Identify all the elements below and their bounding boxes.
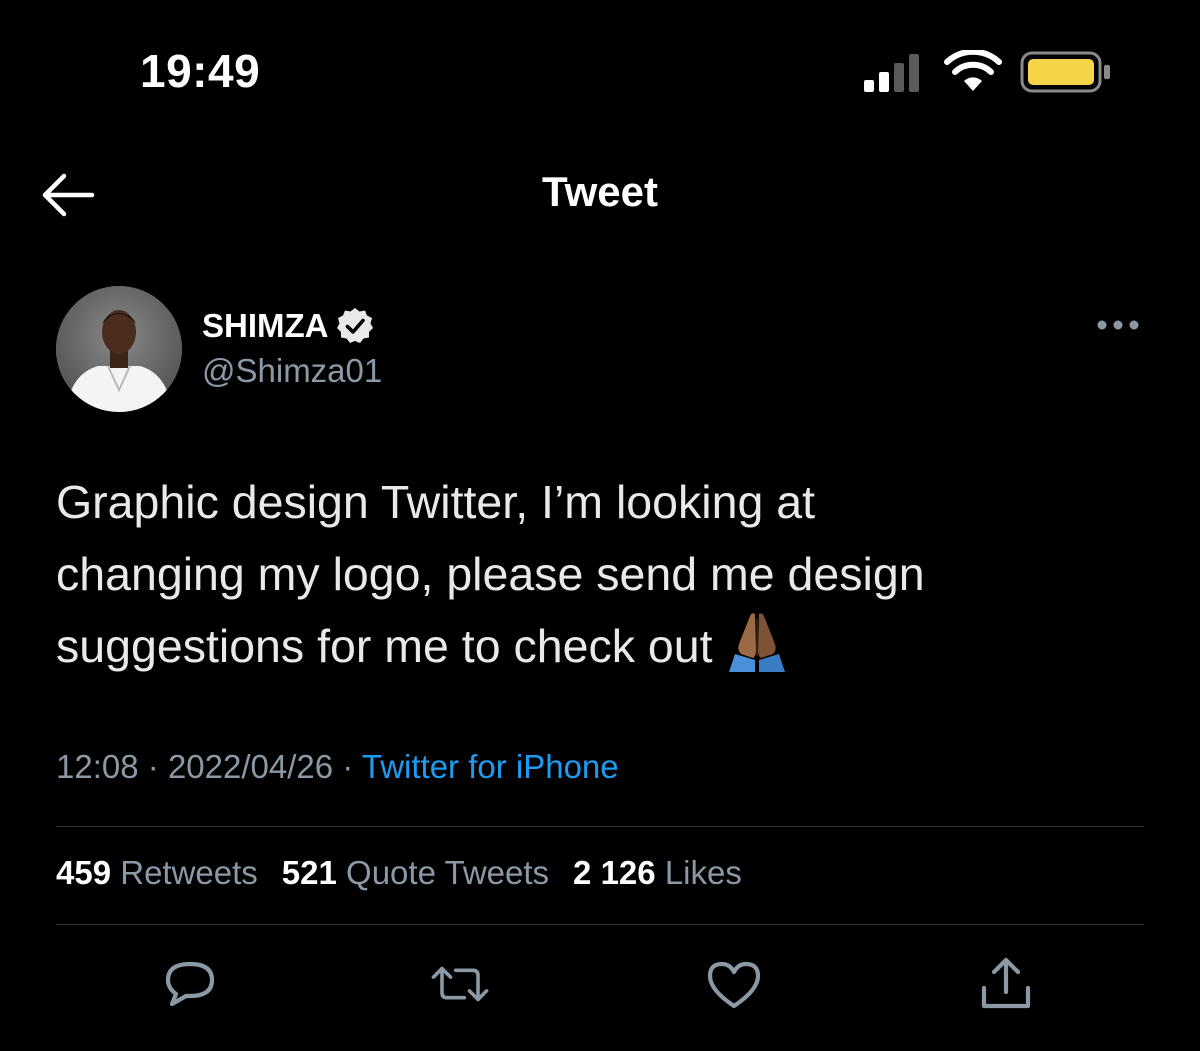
- tweet-meta: 12:08 · 2022/04/26 · Twitter for iPhone: [56, 748, 619, 786]
- divider: [56, 924, 1144, 925]
- avatar-image: [56, 286, 182, 412]
- retweets-label: Retweets: [120, 854, 258, 891]
- tweet-source-link[interactable]: Twitter for iPhone: [362, 748, 619, 785]
- status-bar: 19:49: [0, 0, 1200, 140]
- reply-icon[interactable]: [160, 954, 220, 1014]
- cellular-signal-icon: [864, 54, 919, 92]
- retweet-icon[interactable]: [430, 954, 490, 1014]
- retweets-stat[interactable]: 459 Retweets: [56, 854, 258, 892]
- display-name-row: SHIMZA: [202, 306, 375, 346]
- likes-label: Likes: [664, 854, 742, 891]
- tweet-stats: 459 Retweets 521 Quote Tweets 2 126 Like…: [56, 854, 766, 892]
- meta-separator: ·: [147, 748, 159, 785]
- like-icon[interactable]: [704, 954, 764, 1014]
- meta-separator: ·: [342, 748, 354, 785]
- quote-tweets-stat[interactable]: 521 Quote Tweets: [282, 854, 549, 892]
- user-handle[interactable]: @Shimza01: [202, 352, 382, 390]
- nav-bar: Tweet: [0, 140, 1200, 250]
- likes-count: 2 126: [573, 854, 656, 891]
- wifi-icon: [944, 50, 1002, 91]
- likes-stat[interactable]: 2 126 Likes: [573, 854, 742, 892]
- battery-icon: [1020, 51, 1110, 93]
- display-name[interactable]: SHIMZA: [202, 307, 329, 345]
- tweet-actions: [0, 940, 1200, 1040]
- tweet-time: 12:08: [56, 748, 139, 785]
- tweet-text-body: Graphic design Twitter, I’m looking at c…: [56, 476, 925, 672]
- quote-tweets-label: Quote Tweets: [346, 854, 550, 891]
- quote-tweets-count: 521: [281, 854, 337, 891]
- tweet-text: Graphic design Twitter, I’m looking at c…: [56, 466, 1146, 682]
- tweet-date: 2022/04/26: [167, 748, 334, 785]
- tweet-header: SHIMZA @Shimza01: [0, 280, 1200, 420]
- share-icon[interactable]: [976, 954, 1036, 1014]
- retweets-count: 459: [56, 854, 112, 891]
- status-time: 19:49: [140, 45, 261, 97]
- avatar[interactable]: [56, 286, 182, 412]
- verified-badge-icon: [336, 308, 373, 343]
- divider: [56, 826, 1144, 827]
- more-options-icon[interactable]: [1096, 316, 1140, 334]
- folded-hands-emoji: [728, 613, 785, 672]
- page-title: Tweet: [542, 168, 658, 215]
